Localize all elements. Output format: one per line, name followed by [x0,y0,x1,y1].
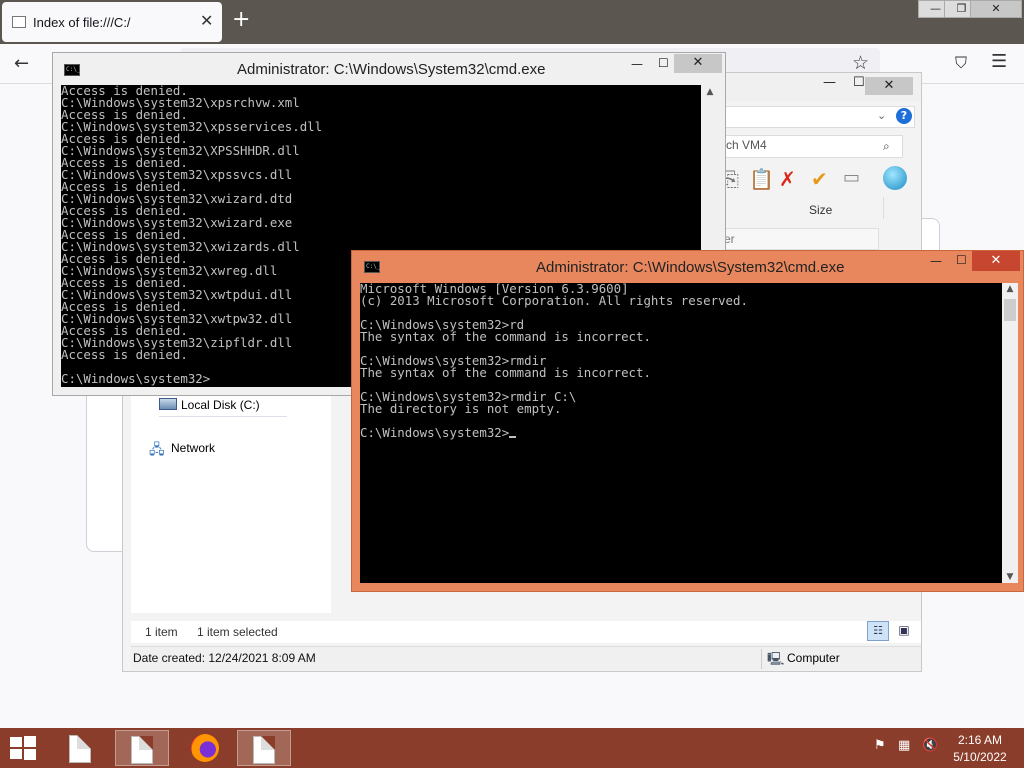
back-button[interactable]: ← [14,53,29,74]
windows-logo-icon [24,749,36,760]
scroll-down-icon[interactable]: ▼ [1002,572,1018,582]
globe-icon[interactable] [883,166,907,190]
large-icons-view-icon[interactable]: ▣ [893,621,915,641]
taskbar-item-explorer[interactable] [237,730,291,766]
taskbar-item-firefox[interactable] [178,730,232,766]
new-tab-button[interactable]: + [232,7,250,32]
hamburger-menu-icon[interactable]: ☰ [991,51,1007,72]
explorer-status-bar: 1 item 1 item selected ☷ ▣ [131,621,921,643]
windows-logo-icon [10,749,22,759]
maximize-button[interactable]: ☐ [658,56,669,70]
document-icon [253,736,275,764]
close-window-button[interactable]: ✕ [970,0,1022,18]
checkmark-icon[interactable]: ✔ [811,167,828,191]
paste-icon[interactable]: 📋 [749,167,774,191]
scroll-up-icon[interactable]: ▲ [702,87,718,97]
browser-tab-strip: Index of file:///C:/ ✕ + — ❐ ✕ [0,0,1024,44]
scroll-up-icon[interactable]: ▲ [1002,284,1018,294]
clock-date[interactable]: 5/10/2022 [948,750,1012,764]
windows-logo-icon [10,737,22,747]
search-icon[interactable]: ⌕ [883,139,890,154]
console-line: The directory is not empty. [360,401,562,416]
item-count: 1 item [145,625,178,639]
details-view-icon[interactable]: ☷ [867,621,889,641]
clock-time[interactable]: 2:16 AM [952,733,1008,747]
maximize-button[interactable]: ☐ [956,253,967,267]
explorer-close-button[interactable]: ✕ [865,77,913,95]
firefox-icon [191,734,219,762]
window-title: Administrator: C:\Windows\System32\cmd.e… [536,259,845,276]
bookmark-star-icon[interactable]: ☆ [852,52,869,74]
help-icon[interactable]: ? [896,108,912,124]
pocket-icon[interactable]: ⛉ [955,53,967,73]
cmd-icon: C:\_ [364,261,380,273]
nav-item-label: Network [171,441,216,455]
delete-icon[interactable]: ✗ [779,167,796,191]
browser-tab[interactable]: Index of file:///C:/ ✕ [2,2,222,42]
console-prompt: C:\Windows\system32> [360,425,510,440]
column-divider [883,197,884,219]
cmd-window-active[interactable]: C:\_ Administrator: C:\Windows\System32\… [351,250,1024,592]
text-cursor [509,427,517,438]
taskbar-item-cmd[interactable] [115,730,169,766]
minimize-button[interactable]: — [930,254,942,268]
explorer-filter-row[interactable]: er [719,228,879,250]
taskbar: ⚑ ▦ 🔇 2:16 AM 5/10/2022 [0,728,1024,768]
start-button[interactable] [10,736,38,761]
taskbar-item-document[interactable] [54,730,108,766]
explorer-maximize-button[interactable]: ☐ [853,75,865,90]
divider [761,649,762,669]
close-button[interactable]: ✕ [972,251,1020,271]
volume-muted-icon[interactable]: 🔇 [922,738,938,753]
document-icon [69,735,91,763]
tab-close-icon[interactable]: ✕ [200,11,213,30]
console-output[interactable]: Microsoft Windows [Version 6.3.9600] (c) … [360,283,1002,583]
explorer-minimize-button[interactable]: — [823,75,836,90]
location-zone: 🖳 Computer [767,650,907,668]
chevron-down-icon[interactable]: ⌄ [877,109,886,122]
date-created: Date created: 12/24/2021 8:09 AM [133,651,316,665]
vertical-scrollbar[interactable]: ▲ ▼ [1002,283,1018,583]
navigation-pane [131,393,331,613]
computer-icon: 🖳 [767,652,785,667]
console-prompt-line[interactable]: C:\Windows\system32> [360,425,1002,440]
console-line: The syntax of the command is incorrect. [360,365,651,380]
document-icon [131,736,153,764]
nav-item-local-disk[interactable]: Local Disk (C:) [159,395,287,417]
windows-logo-icon [24,736,36,747]
nav-item-network[interactable]: 🖧 Network [149,439,269,459]
selected-count: 1 item selected [197,625,278,639]
action-center-flag-icon[interactable]: ⚑ [874,738,886,753]
close-button[interactable]: ✕ [674,54,722,73]
explorer-details-bar: Date created: 12/24/2021 8:09 AM 🖳 Compu… [131,646,921,670]
cmd-icon: C:\_ [64,64,80,76]
drive-icon [159,398,177,410]
page-icon [12,16,26,28]
window-title: Administrator: C:\Windows\System32\cmd.e… [237,61,546,78]
location-label: Computer [787,651,840,665]
nav-item-label: Local Disk (C:) [181,398,260,412]
column-header-size[interactable]: Size [809,203,832,217]
minimize-button[interactable]: — [631,57,643,71]
scroll-thumb[interactable] [1004,299,1016,321]
network-status-icon[interactable]: ▦ [898,738,910,753]
explorer-search-input[interactable]: rch VM4 [715,135,903,158]
console-line: The syntax of the command is incorrect. [360,329,651,344]
system-tray: ⚑ ▦ 🔇 [870,738,950,760]
properties-icon[interactable]: ▭ [843,167,860,188]
console-line: (c) 2013 Microsoft Corporation. All righ… [360,293,748,308]
network-icon: 🖧 [149,442,165,458]
tab-title: Index of file:///C:/ [33,15,131,30]
